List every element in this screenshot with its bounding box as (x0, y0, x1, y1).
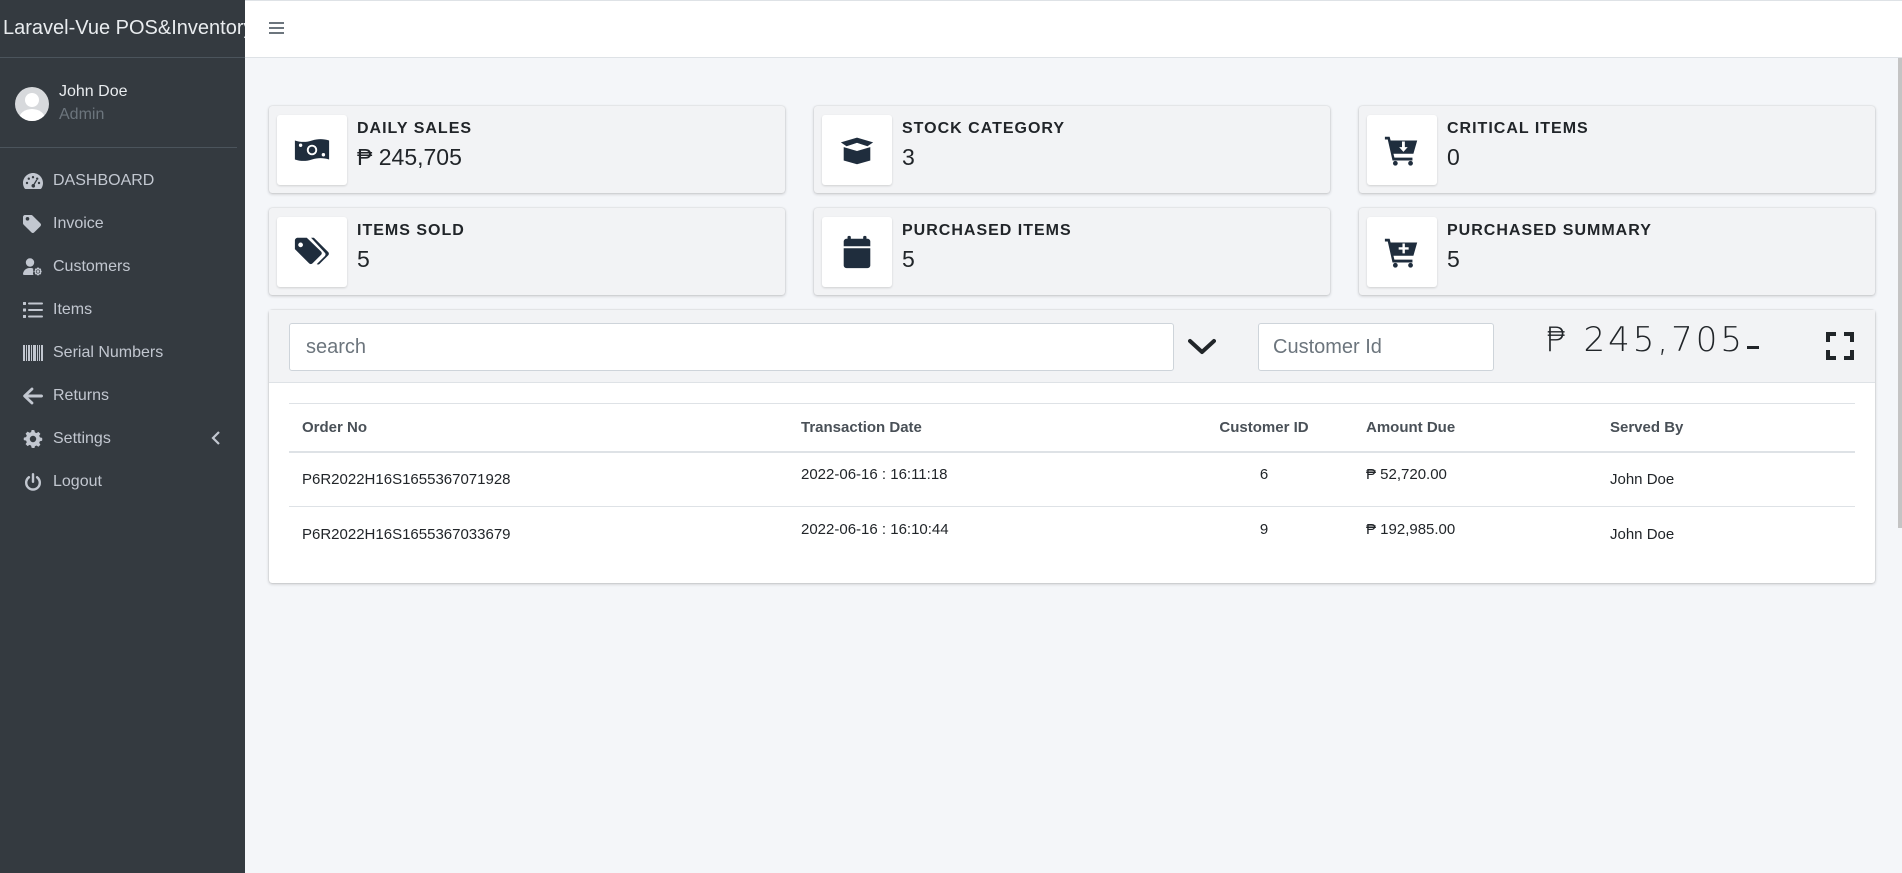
fullscreen-icon[interactable] (1825, 331, 1855, 361)
column-header-served-by[interactable]: Served By (1597, 404, 1855, 452)
info-box-value: 3 (902, 144, 915, 170)
cell-served-by: John Doe (1610, 525, 1675, 543)
info-box-value: 0 (1447, 144, 1460, 170)
power-icon (22, 472, 44, 492)
info-box-value: 5 (1447, 246, 1460, 272)
sidebar-item-label: Serial Numbers (53, 343, 164, 361)
column-header-transaction-date[interactable]: Transaction Date (788, 404, 1175, 452)
sidebar-item-label: Logout (53, 472, 102, 490)
customer-id-input[interactable] (1258, 323, 1494, 371)
sidebar-item-label: Returns (53, 386, 110, 404)
sidebar-item-label: Customers (53, 257, 131, 275)
cell-amount-due: ₱ 52,720.00 (1366, 465, 1447, 483)
card-toolbar: ₱ 245,705 (269, 310, 1875, 383)
cart-arrow-down-icon (1367, 115, 1437, 185)
info-box-value: 5 (357, 246, 370, 272)
gear-icon (22, 429, 44, 449)
info-box-label: PURCHASED ITEMS (902, 222, 1072, 239)
info-box-daily-sales: DAILY SALES ₱ 245,705 (269, 106, 785, 193)
info-box-label: DAILY SALES (357, 120, 473, 137)
cart-plus-icon (1367, 217, 1437, 287)
sidebar-item-label: Items (53, 300, 93, 318)
sidebar-item-invoice[interactable]: Invoice (0, 202, 245, 245)
column-header-customer-id[interactable]: Customer ID (1175, 404, 1353, 452)
cell-amount-due: ₱ 192,985.00 (1366, 520, 1456, 538)
transactions-table: Order No Transaction Date Customer ID Am… (289, 403, 1855, 562)
info-box-items-sold: ITEMS SOLD 5 (269, 208, 785, 295)
brand-title[interactable]: Laravel-Vue POS&Inventory (0, 0, 245, 58)
sidebar-item-customers[interactable]: Customers (0, 245, 245, 288)
money-icon (277, 115, 347, 185)
cell-transaction-date: 2022-06-16 : 16:11:18 (801, 465, 948, 483)
sidebar-item-serial-numbers[interactable]: Serial Numbers (0, 331, 245, 374)
user-panel: John Doe Admin (0, 58, 237, 148)
tags-icon (277, 217, 347, 287)
column-header-order-no[interactable]: Order No (289, 404, 788, 452)
gauge-icon (22, 171, 44, 191)
arrow-left-icon (22, 386, 44, 406)
info-box-purchased-items: PURCHASED ITEMS 5 (814, 208, 1330, 295)
barcode-icon (22, 343, 44, 363)
user-name[interactable]: John Doe (59, 82, 128, 102)
sidebar-item-dashboard[interactable]: DASHBOARD (0, 159, 245, 202)
sidebar-item-logout[interactable]: Logout (0, 460, 245, 503)
sidebar-item-label: DASHBOARD (53, 171, 155, 189)
cell-customer-id: 9 (1259, 520, 1269, 538)
table-header-row: Order No Transaction Date Customer ID Am… (289, 403, 1855, 452)
list-icon (22, 300, 44, 320)
column-header-amount-due[interactable]: Amount Due (1353, 404, 1597, 452)
info-box-label: STOCK CATEGORY (902, 120, 1066, 137)
info-box-critical-items: CRITICAL ITEMS 0 (1359, 106, 1875, 193)
sidebar-item-returns[interactable]: Returns (0, 374, 245, 417)
box-open-icon (822, 115, 892, 185)
info-box-label: PURCHASED SUMMARY (1447, 222, 1652, 239)
cell-transaction-date: 2022-06-16 : 16:10:44 (801, 520, 949, 538)
page-scrollbar[interactable] (1898, 58, 1902, 528)
user-role: Admin (59, 106, 105, 123)
sidebar: Laravel-Vue POS&Inventory John Doe Admin… (0, 0, 245, 873)
chevron-left-icon (211, 431, 221, 450)
cell-order-no: P6R2022H16S1655367033679 (302, 525, 511, 543)
info-box-label: CRITICAL ITEMS (1447, 120, 1589, 137)
collapse-icon[interactable] (1747, 336, 1765, 358)
info-box-label: ITEMS SOLD (357, 222, 465, 239)
cell-customer-id: 6 (1259, 465, 1269, 483)
sidebar-nav: DASHBOARD Invoice Customers Items Serial… (0, 148, 245, 503)
sidebar-item-settings[interactable]: Settings (0, 417, 245, 460)
table-row[interactable]: P6R2022H16S1655367033679 2022-06-16 : 16… (289, 506, 1855, 562)
chevron-down-icon[interactable] (1185, 330, 1219, 364)
sidebar-item-items[interactable]: Items (0, 288, 245, 331)
sidebar-item-label: Invoice (53, 214, 104, 232)
cell-served-by: John Doe (1610, 470, 1675, 488)
info-box-value: ₱ 245,705 (357, 144, 462, 170)
menu-toggle-icon[interactable] (269, 19, 289, 39)
info-box-purchased-summary: PURCHASED SUMMARY 5 (1359, 208, 1875, 295)
tag-icon (22, 214, 44, 234)
info-box-value: 5 (902, 246, 915, 272)
search-input[interactable] (289, 323, 1174, 371)
table-row[interactable]: P6R2022H16S1655367071928 2022-06-16 : 16… (289, 452, 1855, 507)
info-box-stock-category: STOCK CATEGORY 3 (814, 106, 1330, 193)
calendar-icon (822, 217, 892, 287)
cell-order-no: P6R2022H16S1655367071928 (302, 470, 511, 488)
user-cog-icon (22, 257, 44, 277)
total-amount: ₱ 245,705 (1545, 320, 1746, 360)
top-navbar (245, 0, 1902, 58)
sidebar-item-label: Settings (53, 429, 111, 447)
avatar[interactable] (15, 87, 49, 121)
transactions-card: ₱ 245,705 Order No Transaction Date Cust… (269, 310, 1875, 583)
